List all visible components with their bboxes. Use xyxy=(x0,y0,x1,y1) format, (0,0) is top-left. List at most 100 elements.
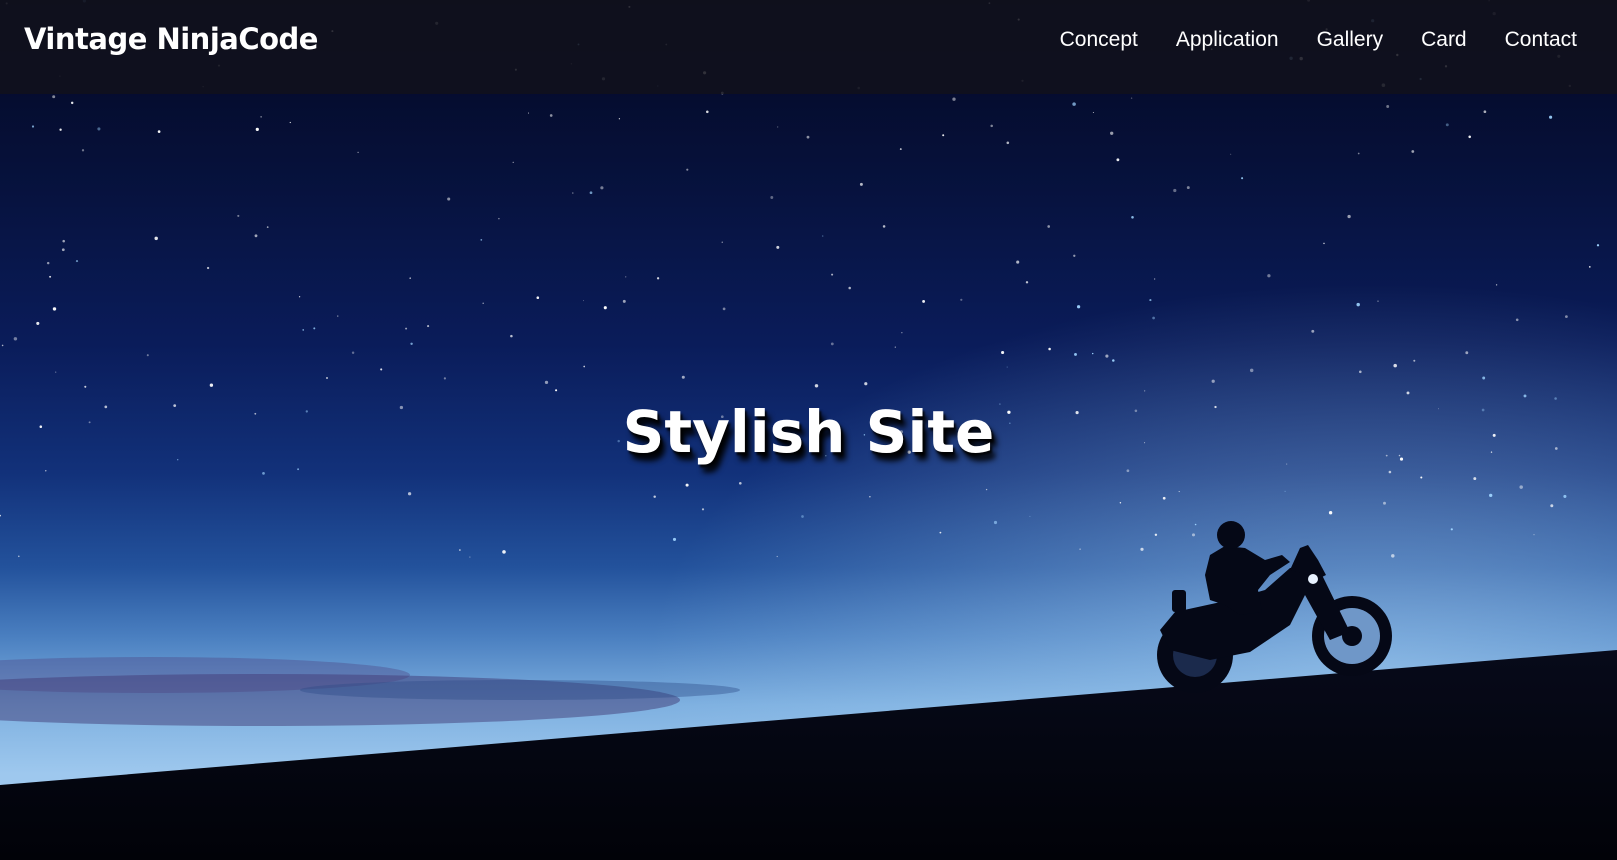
star xyxy=(653,495,656,498)
star xyxy=(1073,254,1076,257)
star xyxy=(443,377,447,380)
star xyxy=(1211,379,1215,383)
star xyxy=(527,112,530,114)
star xyxy=(1565,315,1568,318)
star xyxy=(1,344,4,347)
star xyxy=(59,128,62,131)
star xyxy=(18,555,20,558)
star xyxy=(482,302,484,305)
star xyxy=(302,329,305,331)
star xyxy=(1241,177,1244,180)
star xyxy=(583,365,586,368)
star xyxy=(1359,370,1362,374)
star xyxy=(618,118,621,120)
star xyxy=(1149,299,1152,302)
star xyxy=(831,273,834,276)
star xyxy=(313,327,316,330)
star xyxy=(1173,188,1177,193)
star xyxy=(882,225,886,228)
star xyxy=(31,125,35,128)
star xyxy=(990,124,993,128)
star xyxy=(1144,390,1146,392)
star xyxy=(1186,186,1190,190)
brand-logo-link[interactable]: Vintage NinjaCode xyxy=(24,22,318,56)
star xyxy=(326,377,328,379)
star xyxy=(1515,318,1519,322)
star xyxy=(722,307,726,311)
star xyxy=(582,300,585,302)
star xyxy=(1194,523,1197,526)
star xyxy=(1347,214,1351,219)
star xyxy=(922,299,926,303)
star xyxy=(721,241,723,243)
star xyxy=(600,186,604,190)
star xyxy=(1152,316,1155,320)
star xyxy=(1383,501,1386,505)
nav-link-application[interactable]: Application xyxy=(1176,28,1279,52)
star xyxy=(1092,111,1094,114)
star xyxy=(209,383,214,387)
star xyxy=(45,470,47,472)
star xyxy=(1025,281,1029,284)
star xyxy=(685,483,689,487)
star xyxy=(1377,300,1379,302)
star xyxy=(1126,469,1130,473)
star xyxy=(81,149,85,152)
star xyxy=(859,182,863,186)
star xyxy=(36,321,40,325)
star xyxy=(1074,352,1077,356)
nav-link-card[interactable]: Card xyxy=(1421,28,1467,52)
star xyxy=(206,266,210,270)
star xyxy=(1406,391,1410,395)
star xyxy=(459,549,461,551)
star xyxy=(97,127,101,131)
star xyxy=(814,384,819,388)
star xyxy=(1267,274,1271,278)
star xyxy=(146,354,149,357)
star xyxy=(62,239,65,243)
star xyxy=(864,382,868,386)
star xyxy=(985,488,988,491)
star xyxy=(502,550,506,554)
star xyxy=(1588,266,1591,268)
star xyxy=(1047,225,1051,228)
star xyxy=(1016,260,1020,264)
star xyxy=(1450,528,1453,531)
nav-link-concept[interactable]: Concept xyxy=(1060,28,1138,52)
star xyxy=(1119,502,1122,504)
star xyxy=(254,234,258,238)
star xyxy=(536,296,540,300)
star xyxy=(952,97,956,101)
star xyxy=(260,116,262,118)
nav-link-contact[interactable]: Contact xyxy=(1505,28,1577,52)
star xyxy=(480,239,483,241)
star xyxy=(427,325,430,328)
star xyxy=(289,121,291,124)
star xyxy=(830,342,834,346)
star xyxy=(1162,496,1166,500)
star xyxy=(993,520,998,525)
star xyxy=(1519,485,1523,489)
star xyxy=(1563,494,1567,498)
star xyxy=(1112,359,1115,362)
star xyxy=(672,537,677,541)
star xyxy=(61,248,65,252)
star xyxy=(1465,351,1469,355)
star xyxy=(738,481,742,485)
star xyxy=(1072,102,1076,106)
star xyxy=(1311,329,1315,333)
star xyxy=(848,286,851,290)
star xyxy=(894,346,896,348)
star xyxy=(1249,368,1254,373)
star xyxy=(869,496,871,498)
star xyxy=(1495,284,1498,286)
main-nav: Concept Application Gallery Card Contact xyxy=(1060,28,1577,52)
nav-link-gallery[interactable]: Gallery xyxy=(1317,28,1384,52)
star xyxy=(1131,216,1134,219)
star xyxy=(255,127,259,131)
star xyxy=(603,306,607,310)
star xyxy=(1391,554,1395,558)
star xyxy=(1029,515,1031,517)
star xyxy=(1154,533,1158,537)
star xyxy=(512,161,514,163)
